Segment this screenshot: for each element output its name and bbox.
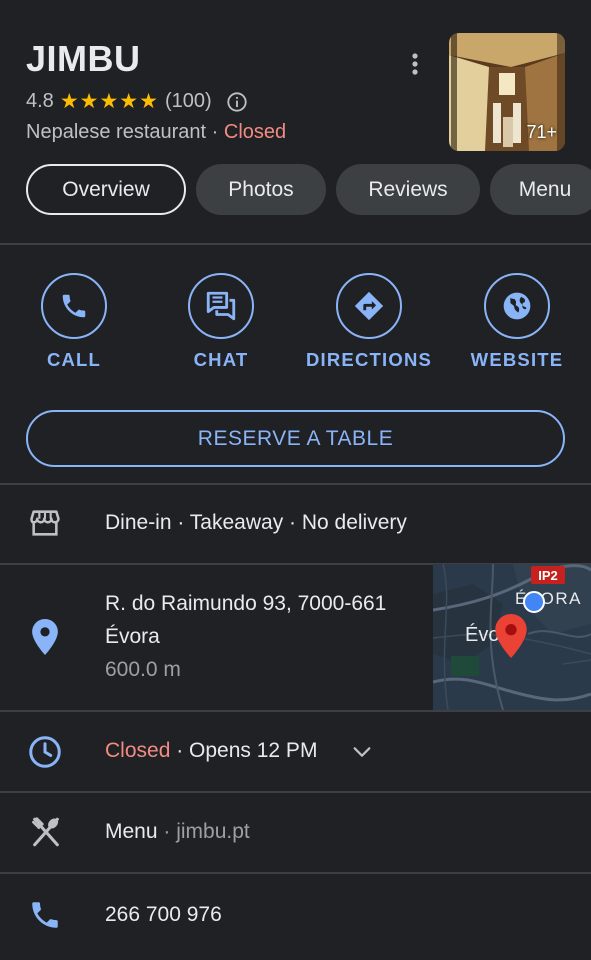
rating-value: 4.8: [26, 90, 54, 112]
distance: 600.0 m: [105, 658, 181, 681]
globe-icon: [503, 292, 531, 320]
chat-icon: [206, 291, 236, 321]
website-button[interactable]: WEBSITE: [457, 273, 577, 371]
open-status: Closed: [223, 121, 287, 143]
category: Nepalese restaurant: [26, 121, 207, 143]
address-line-1: R. do Raimundo 93, 7000-661: [105, 592, 387, 615]
menu-row[interactable]: Menu · jimbu.pt: [0, 792, 591, 872]
service-options-row[interactable]: Dine-in · Takeaway · No delivery: [0, 484, 591, 563]
hours-text: Closed · Opens 12 PM: [105, 739, 317, 763]
phone-icon: [62, 294, 86, 318]
road-badge: IP2: [531, 566, 565, 584]
category-row: Nepalese restaurant · Closed: [26, 121, 286, 144]
chat-button[interactable]: CHAT: [161, 273, 281, 371]
service-options-text: Dine-in · Takeaway · No delivery: [105, 511, 407, 534]
utensils-icon: [31, 817, 59, 847]
tab-bar: Overview Photos Reviews Menu: [26, 164, 591, 215]
divider: [0, 243, 591, 245]
chevron-down-icon[interactable]: [350, 741, 374, 763]
directions-button[interactable]: DIRECTIONS: [299, 273, 439, 371]
chat-label: CHAT: [193, 349, 249, 370]
star-rating: ★★★★★: [59, 90, 159, 113]
current-location-dot: [523, 591, 545, 613]
tab-menu[interactable]: Menu: [490, 164, 591, 215]
hours-row[interactable]: Closed · Opens 12 PM: [0, 711, 591, 791]
clock-icon: [29, 736, 61, 768]
reserve-table-button[interactable]: RESERVE A TABLE: [26, 410, 565, 467]
call-button[interactable]: CALL: [14, 273, 134, 371]
place-title: JIMBU: [26, 38, 141, 79]
more-options-icon[interactable]: [404, 50, 426, 78]
info-icon[interactable]: [226, 91, 248, 113]
directions-icon: [354, 291, 384, 321]
address-line-2: Évora: [105, 625, 160, 648]
photo-count: 71+: [526, 122, 557, 142]
tab-overview[interactable]: Overview: [26, 164, 186, 215]
location-pin-icon: [32, 619, 58, 655]
phone-row[interactable]: 266 700 976: [0, 873, 591, 960]
menu-link[interactable]: · jimbu.pt: [158, 820, 249, 843]
menu-label: Menu: [105, 820, 158, 843]
photo-thumbnail[interactable]: 71+: [449, 33, 565, 151]
storefront-icon: [30, 510, 60, 536]
call-label: CALL: [46, 349, 102, 370]
map-pin-icon: [495, 614, 527, 658]
phone-icon: [32, 902, 58, 928]
hours-opens: · Opens 12 PM: [170, 739, 318, 762]
hours-status: Closed: [105, 739, 171, 762]
tab-photos[interactable]: Photos: [196, 164, 326, 215]
address-row[interactable]: R. do Raimundo 93, 7000-661 Évora 600.0 …: [0, 564, 433, 710]
menu-text: Menu · jimbu.pt: [105, 820, 250, 844]
review-count: (100): [164, 90, 212, 112]
website-label: WEBSITE: [470, 349, 564, 370]
map-thumbnail[interactable]: IP2 ÉVORA Évora: [433, 564, 591, 710]
rating-row[interactable]: 4.8 ★★★★★ (100): [26, 89, 248, 114]
directions-label: DIRECTIONS: [305, 349, 433, 370]
tab-reviews[interactable]: Reviews: [336, 164, 480, 215]
phone-number: 266 700 976: [105, 903, 222, 926]
separator: ·: [206, 121, 224, 143]
